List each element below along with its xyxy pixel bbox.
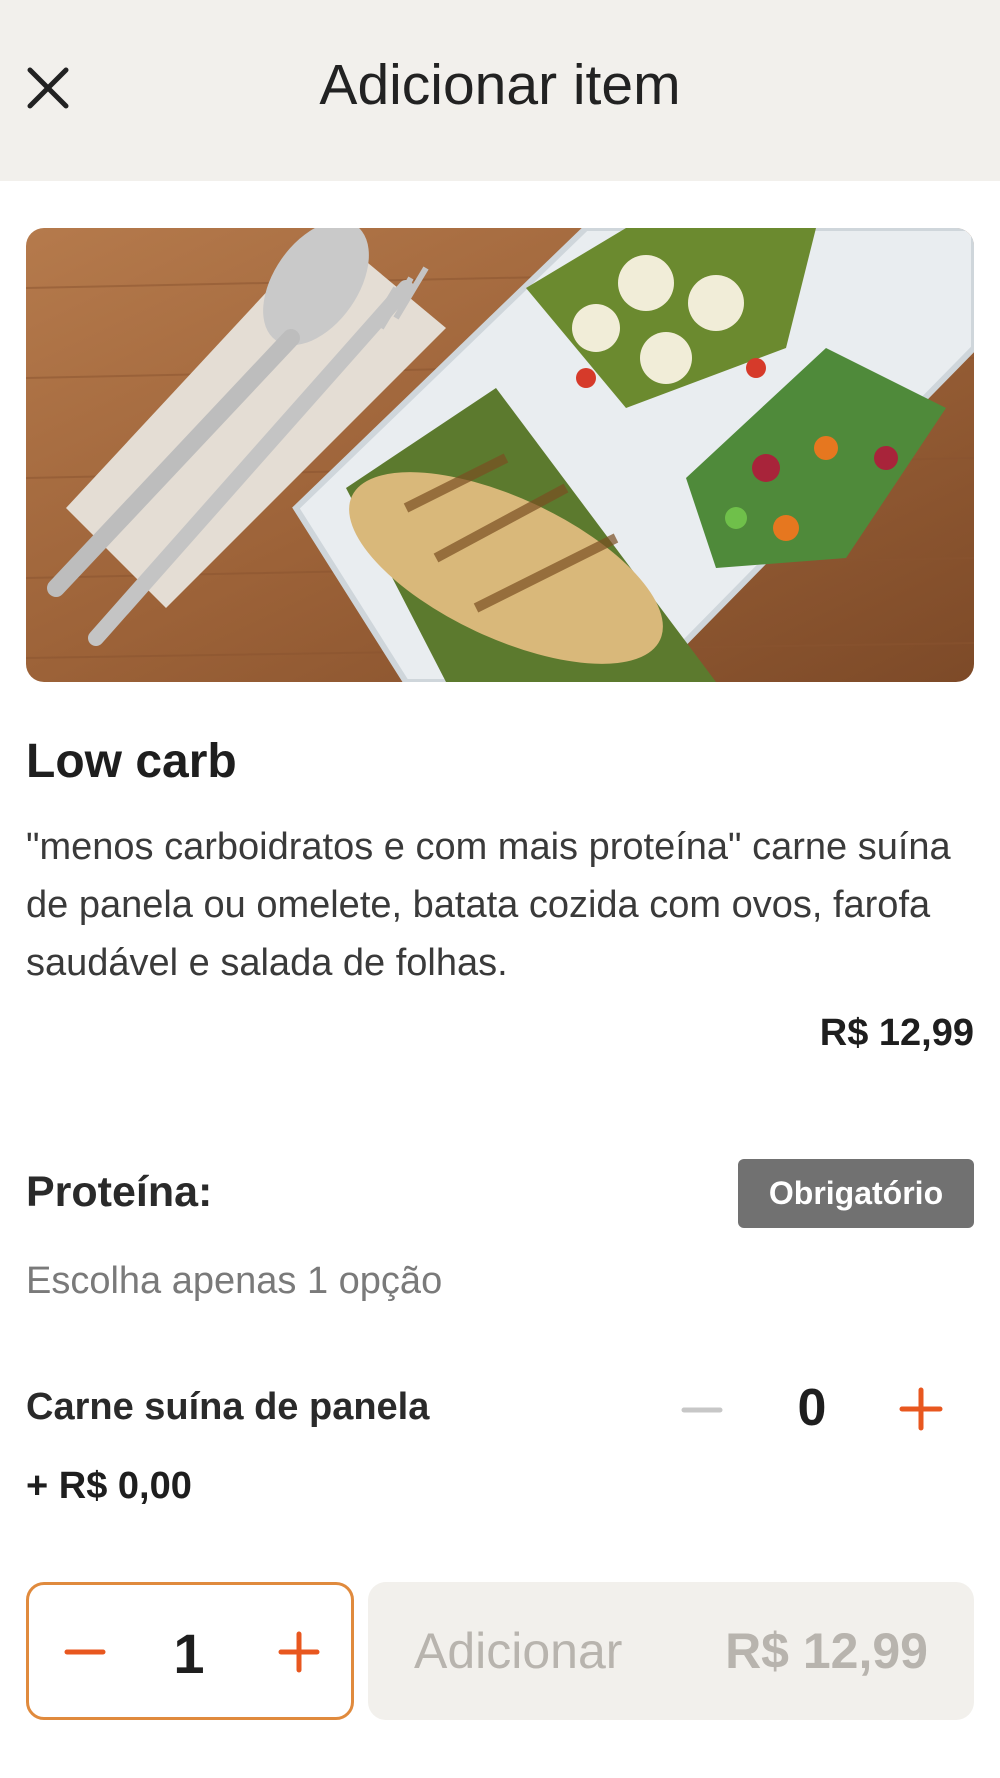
option-decrement-button[interactable] <box>680 1388 724 1432</box>
option-count: 0 <box>797 1379 827 1437</box>
minus-icon <box>64 1649 106 1655</box>
header-bar: Adicionar item <box>0 0 1000 181</box>
plus-icon <box>278 1631 320 1673</box>
section-title: Proteína: <box>26 1168 213 1216</box>
minus-icon <box>681 1407 723 1413</box>
plus-icon <box>899 1387 943 1431</box>
item-photo <box>26 228 974 682</box>
add-button-price: R$ 12,99 <box>725 1623 928 1679</box>
item-price: R$ 12,99 <box>819 1012 974 1054</box>
quantity-stepper: 1 <box>26 1582 354 1720</box>
section-subtitle: Escolha apenas 1 opção <box>26 1260 443 1302</box>
add-to-cart-button[interactable]: Adicionar R$ 12,99 <box>368 1582 974 1720</box>
quantity-value: 1 <box>173 1622 205 1685</box>
item-name: Low carb <box>26 735 237 788</box>
option-price: + R$ 0,00 <box>26 1465 192 1507</box>
required-badge: Obrigatório <box>738 1159 974 1228</box>
add-button-label: Adicionar <box>414 1623 623 1679</box>
quantity-decrement-button[interactable] <box>63 1630 107 1674</box>
quantity-increment-button[interactable] <box>277 1630 321 1674</box>
option-label: Carne suína de panela <box>26 1386 430 1428</box>
item-description: "menos carboidratos e com mais proteína"… <box>26 826 951 984</box>
page-title: Adicionar item <box>319 53 681 117</box>
option-increment-button[interactable] <box>898 1386 944 1432</box>
